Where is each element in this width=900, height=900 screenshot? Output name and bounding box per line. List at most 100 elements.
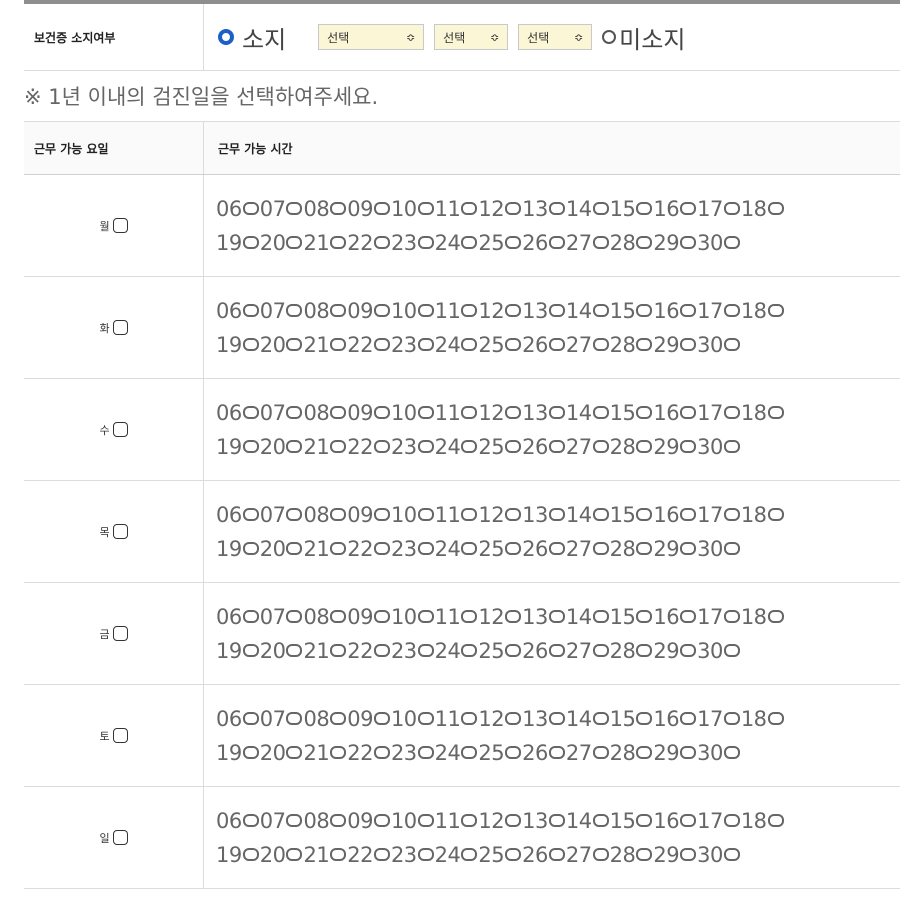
hour-option[interactable]: 18 (741, 396, 785, 430)
hour-option[interactable]: 26 (522, 838, 566, 872)
hour-option[interactable]: 16 (653, 192, 697, 226)
hour-checkbox[interactable] (548, 746, 565, 759)
hour-checkbox[interactable] (636, 712, 653, 725)
hour-checkbox[interactable] (505, 848, 522, 861)
day-checkbox[interactable] (112, 830, 128, 845)
hour-option[interactable]: 25 (478, 736, 522, 770)
exam-day-select[interactable]: 선택 ≎ (518, 24, 593, 50)
hour-option[interactable]: 19 (216, 328, 260, 362)
hour-option[interactable]: 11 (435, 192, 479, 226)
hour-checkbox[interactable] (461, 746, 478, 759)
has-cert-radio[interactable] (218, 29, 234, 45)
hour-checkbox[interactable] (242, 440, 259, 453)
hour-option[interactable]: 23 (391, 226, 435, 260)
hour-checkbox[interactable] (373, 440, 390, 453)
hour-checkbox[interactable] (592, 236, 609, 249)
hour-option[interactable]: 11 (435, 804, 479, 838)
hour-checkbox[interactable] (373, 746, 390, 759)
hour-checkbox[interactable] (505, 542, 522, 555)
day-checkbox[interactable] (112, 728, 128, 743)
hour-option[interactable]: 21 (303, 736, 347, 770)
hour-checkbox[interactable] (461, 542, 478, 555)
hour-checkbox[interactable] (505, 746, 522, 759)
hour-checkbox[interactable] (286, 338, 303, 351)
hour-option[interactable]: 25 (478, 226, 522, 260)
hour-checkbox[interactable] (548, 712, 565, 725)
hour-option[interactable]: 15 (610, 600, 654, 634)
hour-checkbox[interactable] (373, 304, 390, 317)
hour-option[interactable]: 25 (478, 328, 522, 362)
hour-option[interactable]: 29 (653, 532, 697, 566)
hour-checkbox[interactable] (242, 304, 259, 317)
day-checkbox[interactable] (112, 524, 128, 539)
hour-checkbox[interactable] (242, 848, 259, 861)
hour-option[interactable]: 23 (391, 736, 435, 770)
hour-checkbox[interactable] (548, 814, 565, 827)
hour-option[interactable]: 19 (216, 226, 260, 260)
hour-option[interactable]: 08 (303, 804, 347, 838)
hour-checkbox[interactable] (286, 440, 303, 453)
hour-checkbox[interactable] (242, 644, 259, 657)
hour-checkbox[interactable] (330, 304, 347, 317)
hour-checkbox[interactable] (505, 610, 522, 623)
hour-checkbox[interactable] (330, 508, 347, 521)
hour-checkbox[interactable] (242, 814, 259, 827)
hour-option[interactable]: 13 (522, 192, 566, 226)
hour-option[interactable]: 10 (391, 498, 435, 532)
hour-option[interactable]: 20 (260, 634, 304, 668)
hour-checkbox[interactable] (286, 508, 303, 521)
hour-option[interactable]: 28 (610, 532, 654, 566)
hour-option[interactable]: 09 (347, 702, 391, 736)
hour-checkbox[interactable] (636, 542, 653, 555)
hour-option[interactable]: 24 (435, 430, 479, 464)
hour-option[interactable]: 12 (478, 294, 522, 328)
hour-checkbox[interactable] (636, 338, 653, 351)
hour-option[interactable]: 16 (653, 804, 697, 838)
hour-checkbox[interactable] (723, 406, 740, 419)
hour-checkbox[interactable] (592, 610, 609, 623)
hour-option[interactable]: 14 (566, 702, 610, 736)
hour-checkbox[interactable] (505, 814, 522, 827)
hour-option[interactable]: 06 (216, 600, 260, 634)
hour-checkbox[interactable] (330, 202, 347, 215)
hour-option[interactable]: 07 (260, 294, 304, 328)
hour-checkbox[interactable] (373, 542, 390, 555)
hour-checkbox[interactable] (680, 236, 697, 249)
no-cert-radio[interactable] (602, 30, 617, 44)
hour-option[interactable]: 08 (303, 600, 347, 634)
hour-option[interactable]: 19 (216, 532, 260, 566)
hour-checkbox[interactable] (242, 338, 259, 351)
hour-checkbox[interactable] (592, 338, 609, 351)
hour-checkbox[interactable] (417, 440, 434, 453)
hour-checkbox[interactable] (373, 712, 390, 725)
hour-option[interactable]: 14 (566, 294, 610, 328)
hour-checkbox[interactable] (461, 236, 478, 249)
hour-checkbox[interactable] (505, 304, 522, 317)
hour-checkbox[interactable] (636, 610, 653, 623)
hour-option[interactable]: 10 (391, 702, 435, 736)
hour-checkbox[interactable] (417, 644, 434, 657)
hour-checkbox[interactable] (592, 746, 609, 759)
hour-option[interactable]: 26 (522, 430, 566, 464)
hour-option[interactable]: 15 (610, 192, 654, 226)
hour-option[interactable]: 09 (347, 804, 391, 838)
hour-checkbox[interactable] (242, 610, 259, 623)
hour-option[interactable]: 30 (697, 226, 741, 260)
hour-checkbox[interactable] (242, 236, 259, 249)
hour-option[interactable]: 27 (566, 328, 610, 362)
hour-checkbox[interactable] (373, 644, 390, 657)
hour-option[interactable]: 13 (522, 600, 566, 634)
hour-option[interactable]: 27 (566, 226, 610, 260)
hour-option[interactable]: 20 (260, 328, 304, 362)
hour-checkbox[interactable] (286, 610, 303, 623)
hour-checkbox[interactable] (636, 440, 653, 453)
hour-option[interactable]: 17 (697, 600, 741, 634)
hour-checkbox[interactable] (461, 848, 478, 861)
hour-checkbox[interactable] (636, 848, 653, 861)
hour-checkbox[interactable] (548, 644, 565, 657)
hour-option[interactable]: 17 (697, 804, 741, 838)
hour-option[interactable]: 10 (391, 294, 435, 328)
hour-option[interactable]: 10 (391, 192, 435, 226)
hour-option[interactable]: 06 (216, 192, 260, 226)
hour-option[interactable]: 21 (303, 328, 347, 362)
